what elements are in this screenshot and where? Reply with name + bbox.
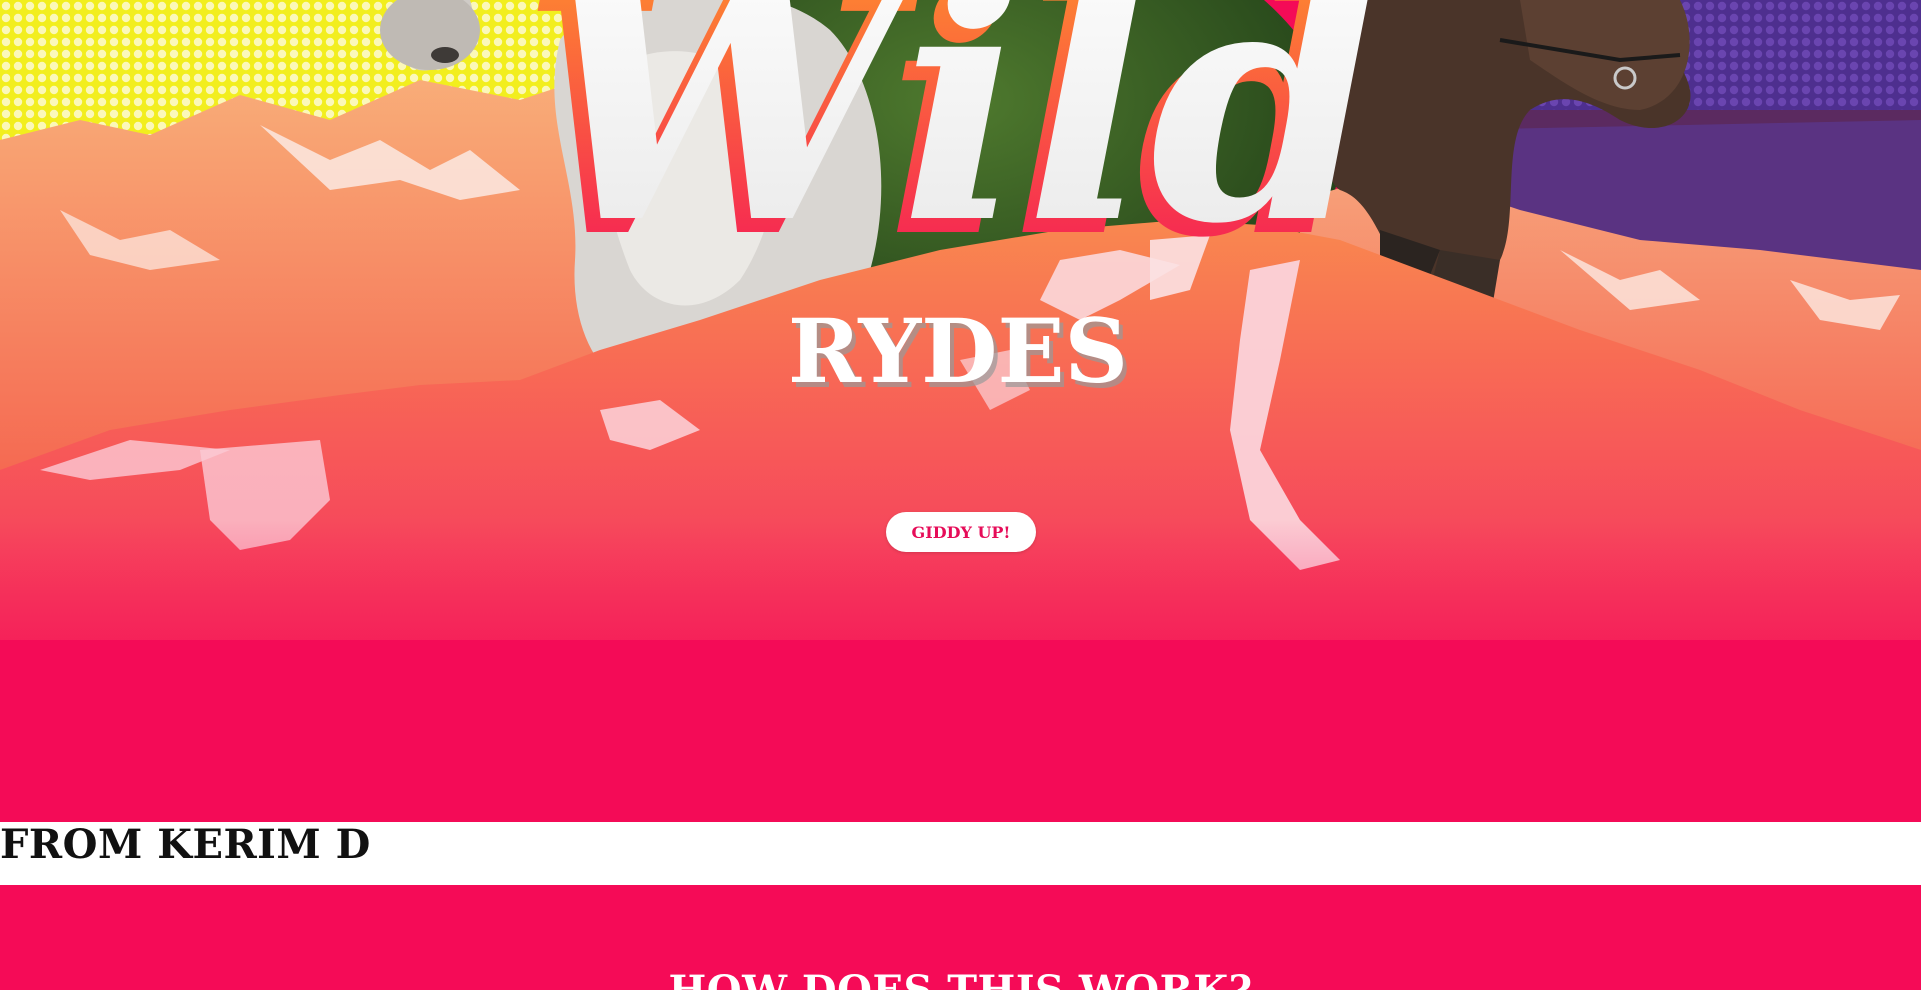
testimonial-section: FROM KERIM D	[0, 822, 1921, 885]
logo-subtitle: RYDES	[788, 299, 1128, 403]
how-it-works-title: HOW DOES THIS WORK?	[0, 967, 1921, 990]
logo-script-word: Wild	[535, 0, 1381, 296]
giddy-up-button[interactable]: GIDDY UP!	[886, 512, 1036, 552]
landing-page: Wild Wild RYDES RYDES GIDDY UP! FROM KER…	[0, 0, 1921, 990]
hero-illustration: Wild Wild RYDES RYDES	[0, 0, 1921, 822]
testimonial-author: FROM KERIM D	[0, 821, 371, 868]
hero-section: Wild Wild RYDES RYDES GIDDY UP!	[0, 0, 1921, 822]
how-it-works-section: HOW DOES THIS WORK?	[0, 885, 1921, 990]
